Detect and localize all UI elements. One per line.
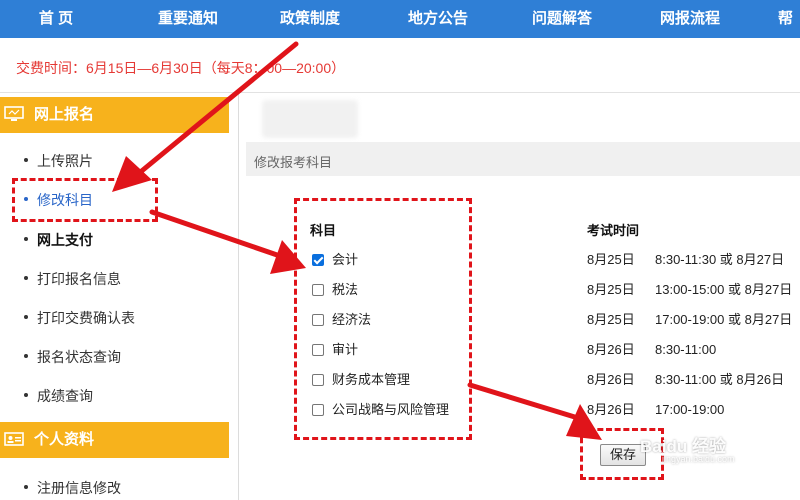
sidebar-item-label: 报名状态查询 <box>37 349 121 365</box>
exam-time: 17:00-19:00 或 8月27日 <box>655 312 793 327</box>
exam-time-row: 8月26日 8:30-11:00 <box>587 339 716 358</box>
exam-date: 8月25日 <box>587 282 635 297</box>
sidebar-section-personal-info[interactable]: 个人资料 <box>0 422 229 458</box>
nav-home[interactable]: 首 页 <box>20 0 92 38</box>
sidebar: 网上报名 上传照片 修改科目 网上支付 打印报名信息 打印交费确认表 报名状态查… <box>0 93 239 500</box>
nav-help[interactable]: 帮 <box>778 0 800 38</box>
monitor-icon <box>4 106 24 121</box>
baidu-watermark: Baidu 经验 jingyan.baidu.com <box>640 432 735 464</box>
bullet-icon <box>24 393 28 398</box>
sidebar-item-print-registration[interactable]: 打印报名信息 <box>24 269 121 289</box>
exam-time: 8:30-11:00 <box>655 342 717 357</box>
exam-time-row: 8月25日 17:00-19:00 或 8月27日 <box>587 309 792 328</box>
exam-time-row: 8月26日 8:30-11:00 或 8月26日 <box>587 369 784 388</box>
watermark-url: jingyan.baidu.com <box>662 454 735 464</box>
sidebar-item-label: 网上支付 <box>37 232 93 248</box>
exam-date: 8月26日 <box>587 342 635 357</box>
sidebar-item-label: 打印交费确认表 <box>37 310 135 326</box>
payment-time-notice: 交费时间：6月15日—6月30日（每天8：00—20:00） <box>16 60 346 76</box>
top-navigation: 首 页 重要通知 政策制度 地方公告 问题解答 网报流程 帮 <box>0 0 800 38</box>
blurred-region <box>262 100 358 138</box>
sidebar-item-registration-status[interactable]: 报名状态查询 <box>24 347 121 367</box>
exam-date: 8月25日 <box>587 312 635 327</box>
bullet-icon <box>24 354 28 359</box>
sidebar-item-label: 上传照片 <box>37 153 93 169</box>
sidebar-item-score-query[interactable]: 成绩查询 <box>24 386 93 406</box>
bullet-icon <box>24 276 28 281</box>
sidebar-section-online-registration[interactable]: 网上报名 <box>0 97 229 133</box>
sidebar-item-edit-registration-info[interactable]: 注册信息修改 <box>24 478 121 498</box>
sidebar-item-label: 成绩查询 <box>37 388 93 404</box>
exam-time: 13:00-15:00 或 8月27日 <box>655 282 793 297</box>
exam-time-row: 8月25日 13:00-15:00 或 8月27日 <box>587 279 792 298</box>
sidebar-item-label: 注册信息修改 <box>37 480 121 496</box>
exam-date: 8月26日 <box>587 402 635 417</box>
exam-date: 8月25日 <box>587 252 635 267</box>
exam-time-column-header: 考试时间 <box>587 223 640 238</box>
bullet-icon <box>24 315 28 320</box>
sidebar-item-upload-photo[interactable]: 上传照片 <box>24 151 93 171</box>
nav-policy[interactable]: 政策制度 <box>270 0 350 38</box>
exam-date: 8月26日 <box>587 372 635 387</box>
sidebar-section-label: 网上报名 <box>34 106 95 123</box>
exam-time-row: 8月26日 17:00-19:00 <box>587 399 724 418</box>
nav-faq[interactable]: 问题解答 <box>522 0 602 38</box>
section-title: 修改报考科目 <box>254 155 333 170</box>
exam-time: 8:30-11:00 或 8月26日 <box>655 372 785 387</box>
annotation-box-modify-subjects <box>12 178 158 222</box>
nav-important-notices[interactable]: 重要通知 <box>148 0 228 38</box>
nav-process[interactable]: 网报流程 <box>650 0 730 38</box>
id-card-icon <box>4 432 24 446</box>
exam-time: 17:00-19:00 <box>655 402 725 417</box>
bullet-icon <box>24 485 28 490</box>
annotation-box-subjects <box>294 198 472 440</box>
nav-local-announcements[interactable]: 地方公告 <box>398 0 478 38</box>
bullet-icon <box>24 158 28 163</box>
exam-time-row: 8月25日 8:30-11:30 或 8月27日 <box>587 249 784 268</box>
sidebar-section-label: 个人资料 <box>34 431 95 448</box>
sidebar-item-label: 打印报名信息 <box>37 271 121 287</box>
sidebar-item-online-payment[interactable]: 网上支付 <box>24 230 93 250</box>
bullet-icon <box>24 237 28 242</box>
exam-time: 8:30-11:30 或 8月27日 <box>655 252 785 267</box>
sidebar-item-print-payment-confirmation[interactable]: 打印交费确认表 <box>24 308 135 328</box>
